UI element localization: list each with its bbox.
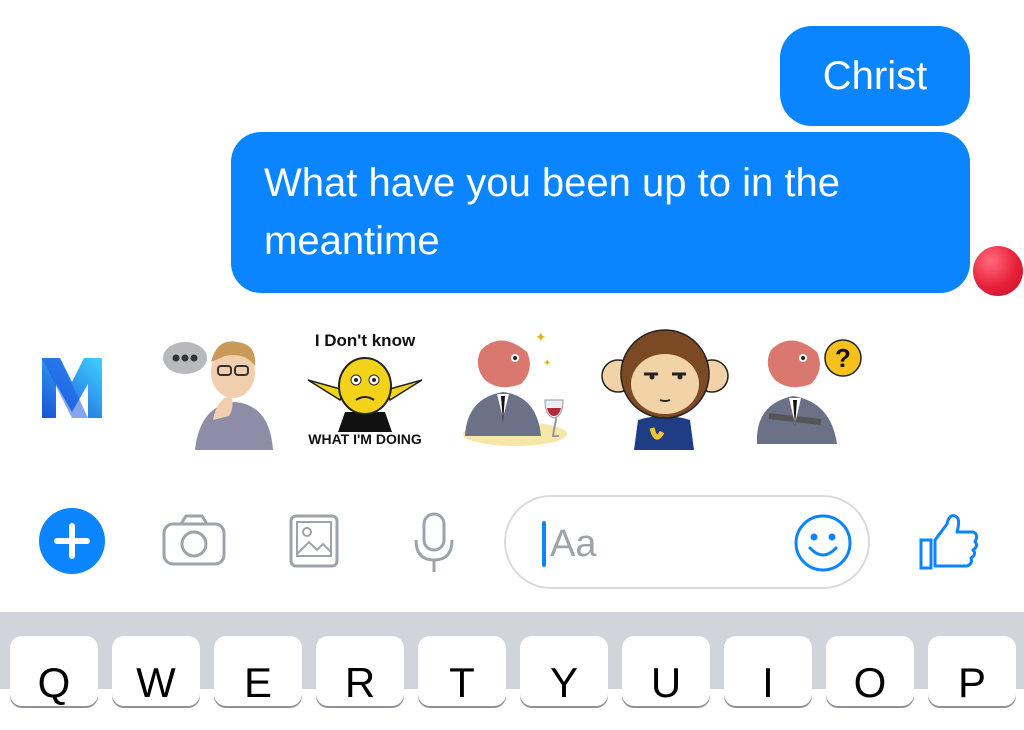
key-o[interactable]: O	[826, 636, 914, 706]
key-r[interactable]: R	[316, 636, 404, 706]
message-input[interactable]: Aa	[504, 495, 870, 589]
photo-icon[interactable]	[278, 505, 350, 577]
key-y[interactable]: Y	[520, 636, 608, 706]
composer-bar: Aa	[0, 490, 1024, 600]
message-bubble-outgoing[interactable]: Christ	[780, 26, 970, 126]
text-caret	[542, 521, 546, 567]
svg-text:✦: ✦	[535, 329, 547, 345]
thumbs-up-icon[interactable]	[912, 505, 984, 577]
message-bubble-outgoing[interactable]: What have you been up to in the meantime	[231, 132, 970, 293]
message-input-placeholder: Aa	[550, 523, 597, 565]
svg-text:WHAT I'M DOING: WHAT I'M DOING	[308, 431, 422, 447]
microphone-icon[interactable]	[398, 505, 470, 577]
key-p[interactable]: P	[928, 636, 1016, 706]
fish-head-question-sticker[interactable]: ?	[745, 320, 875, 450]
key-t[interactable]: T	[418, 636, 506, 706]
key-e[interactable]: E	[214, 636, 302, 706]
key-i[interactable]: I	[724, 636, 812, 706]
key-u[interactable]: U	[622, 636, 710, 706]
svg-text:✦: ✦	[543, 358, 551, 369]
key-q[interactable]: Q	[10, 636, 98, 706]
messenger-m-icon[interactable]	[22, 320, 122, 450]
message-text: Christ	[822, 54, 928, 98]
monkey-sticker[interactable]	[600, 320, 730, 450]
plus-icon[interactable]	[36, 505, 108, 577]
keyboard: Q W E R T Y U I O P	[0, 612, 1024, 706]
message-text: What have you been up to in the meantime	[264, 161, 840, 263]
sticker-suggestions: I Don't know WHAT I'M DOING ✦ ✦ ?	[0, 320, 1024, 460]
emoji-icon[interactable]	[792, 512, 854, 579]
svg-text:?: ?	[835, 343, 851, 373]
yellow-face-sticker[interactable]: I Don't know WHAT I'M DOING	[300, 320, 430, 450]
fish-head-wine-sticker[interactable]: ✦ ✦	[455, 320, 585, 450]
thinking-man-sticker[interactable]	[155, 320, 285, 450]
key-w[interactable]: W	[112, 636, 200, 706]
svg-text:I Don't know: I Don't know	[315, 331, 416, 350]
camera-icon[interactable]	[158, 505, 230, 577]
read-receipt-avatar	[973, 246, 1023, 296]
